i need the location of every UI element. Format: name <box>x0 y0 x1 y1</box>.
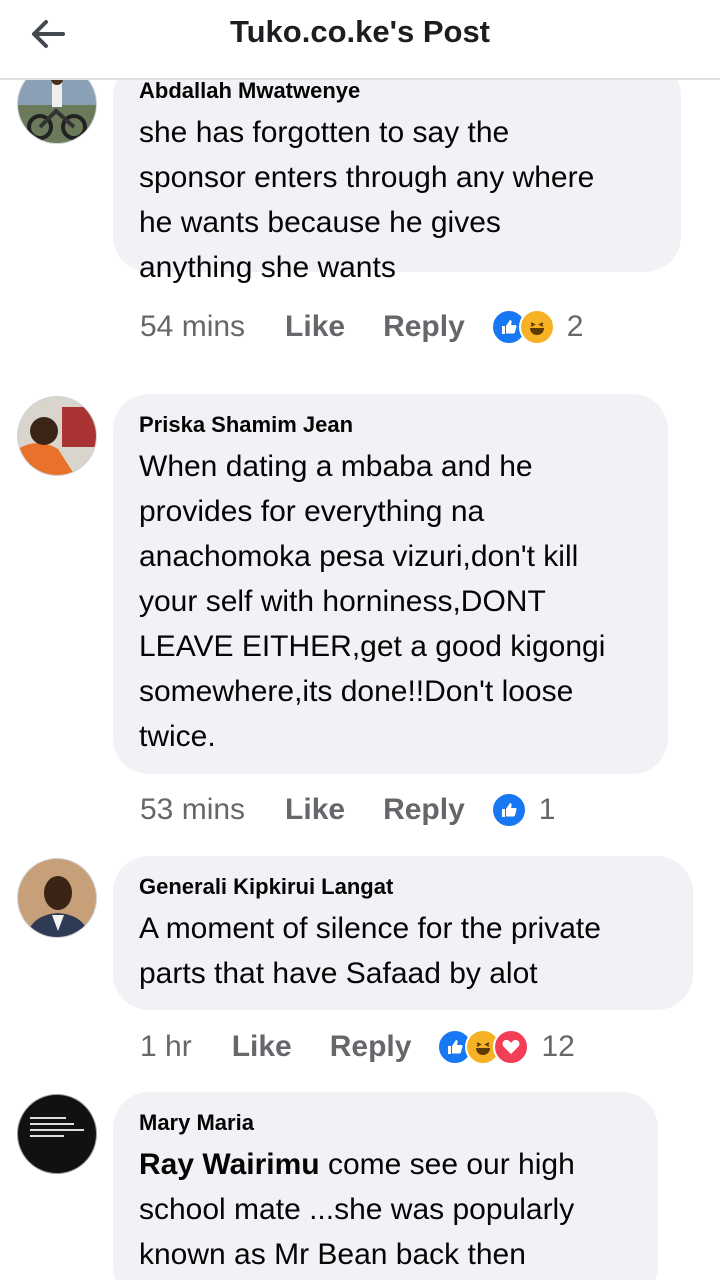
comment-actions: 53 mins Like Reply 1 <box>140 790 555 830</box>
comment-time[interactable]: 54 mins <box>140 310 245 344</box>
reactions-summary[interactable] <box>490 792 527 828</box>
reply-button[interactable]: Reply <box>383 310 465 344</box>
comment-text: When dating a mbaba and he provides for … <box>139 450 606 753</box>
comments-list[interactable]: Abdallah Mwatwenye she has forgotten to … <box>0 80 720 1280</box>
comment-bubble[interactable]: Abdallah Mwatwenye she has forgotten to … <box>113 80 681 284</box>
comment-text: she has forgotten to say the sponsor ent… <box>139 116 595 284</box>
like-button[interactable]: Like <box>285 793 345 827</box>
avatar[interactable] <box>17 1094 97 1174</box>
comment-time[interactable]: 1 hr <box>140 1030 192 1064</box>
comment-author[interactable]: Priska Shamim Jean <box>139 412 642 438</box>
comment-text: Ray Wairimu come see our high school mat… <box>139 1148 575 1271</box>
comment-bubble[interactable]: Generali Kipkirui Langat A moment of sil… <box>113 856 693 1010</box>
comment-author[interactable]: Mary Maria <box>139 1110 632 1136</box>
reply-button[interactable]: Reply <box>330 1030 412 1064</box>
reactions-summary[interactable] <box>437 1029 530 1065</box>
reply-button[interactable]: Reply <box>383 793 465 827</box>
comment-actions: 54 mins Like Reply 2 <box>140 307 583 347</box>
like-button[interactable]: Like <box>285 310 345 344</box>
comment-actions: 1 hr Like Reply 12 <box>140 1027 575 1067</box>
avatar-quote-image <box>28 1115 88 1150</box>
comment-bubble[interactable]: Priska Shamim Jean When dating a mbaba a… <box>113 394 668 774</box>
comment-author[interactable]: Generali Kipkirui Langat <box>139 874 667 900</box>
comment-author[interactable]: Abdallah Mwatwenye <box>139 80 655 104</box>
comment-text: A moment of silence for the private part… <box>139 912 601 990</box>
reaction-count[interactable]: 1 <box>539 793 556 827</box>
avatar[interactable] <box>17 858 97 938</box>
reaction-count[interactable]: 2 <box>567 310 584 344</box>
like-reaction-icon <box>490 792 527 828</box>
avatar[interactable] <box>17 396 97 476</box>
comment-bubble[interactable]: Mary Maria Ray Wairimu come see our high… <box>113 1092 658 1280</box>
reactions-summary[interactable] <box>490 309 555 345</box>
reaction-count[interactable]: 12 <box>541 1030 574 1064</box>
avatar[interactable] <box>17 80 97 144</box>
comment-time[interactable]: 53 mins <box>140 793 245 827</box>
haha-reaction-icon <box>518 309 555 345</box>
love-reaction-icon <box>493 1029 530 1065</box>
mention-link[interactable]: Ray Wairimu <box>139 1148 320 1181</box>
like-button[interactable]: Like <box>232 1030 292 1064</box>
page-title: Tuko.co.ke's Post <box>229 14 491 49</box>
top-bar: Tuko.co.ke's Post <box>0 0 720 80</box>
